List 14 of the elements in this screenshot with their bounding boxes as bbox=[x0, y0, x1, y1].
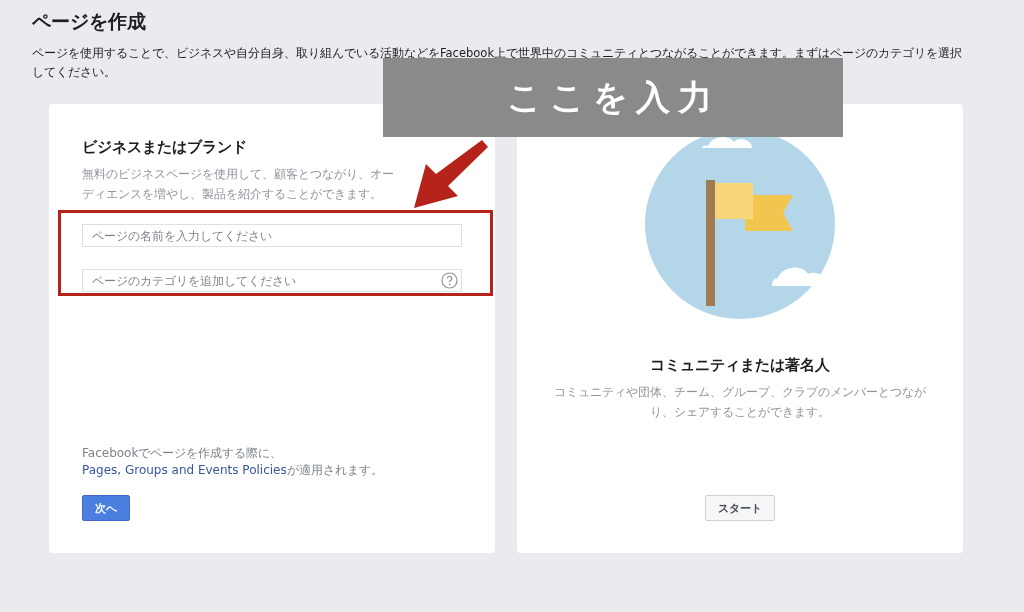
card-title: ビジネスまたはブランド bbox=[82, 137, 248, 158]
card-description: コミュニティや団体、チーム、グループ、クラブのメンバーとつながり、シェアすることができます。 bbox=[553, 384, 927, 421]
input-field[interactable]: ページのカテゴリを追加してください bbox=[82, 269, 462, 292]
policy-link[interactable]: Pages, Groups and Events Policies bbox=[82, 463, 287, 477]
page-title: ページを作成 bbox=[32, 9, 147, 34]
card-title: コミュニティまたは著名人 bbox=[650, 355, 830, 376]
help-icon[interactable] bbox=[441, 272, 458, 289]
next-button[interactable]: 次へ bbox=[82, 495, 130, 521]
card-description: 無料のビジネスページを使用して、顧客とつながり、オーディエンスを増やし、製品を紹介することができます。 bbox=[82, 166, 395, 203]
arrow-icon bbox=[412, 138, 488, 210]
policy-note: Facebookでページを作成する際に、 Pages, Groups and Events Policiesが適用されます。 bbox=[82, 445, 384, 479]
input-field[interactable]: ページの名前を入力してください bbox=[82, 224, 462, 247]
annotation-label: ここを入力 bbox=[383, 58, 843, 137]
start-button[interactable]: スタート bbox=[705, 495, 775, 521]
